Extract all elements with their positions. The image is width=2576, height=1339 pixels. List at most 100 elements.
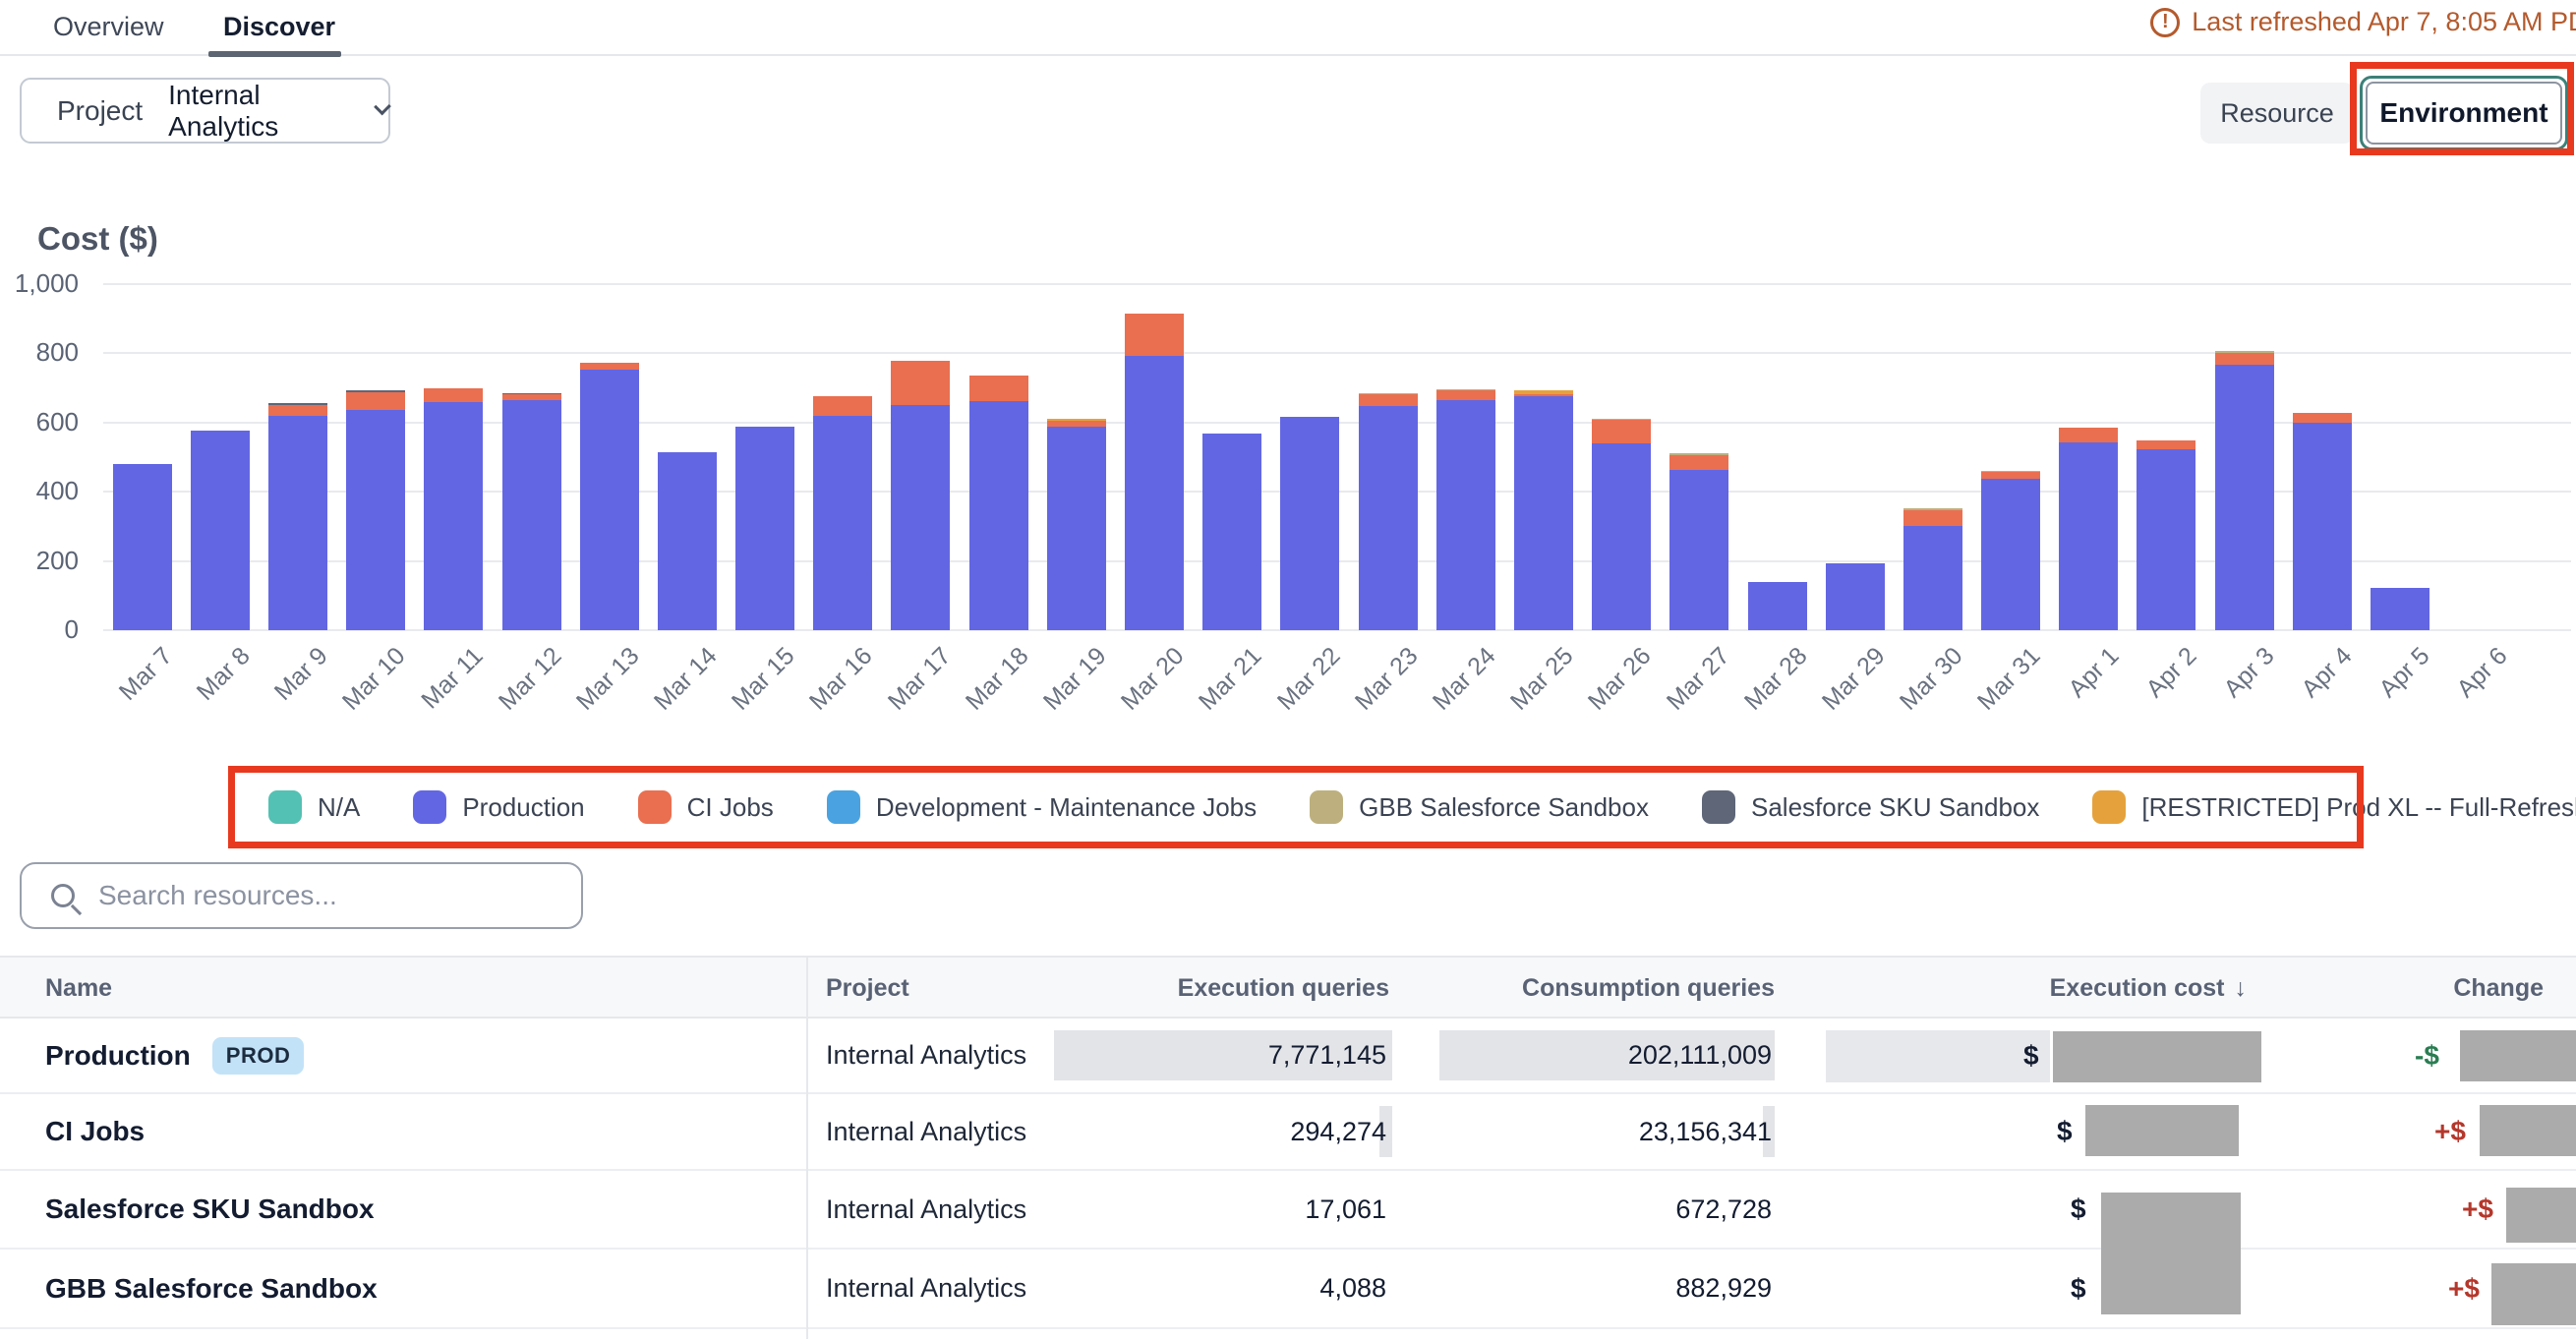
bar-segment[interactable] [2215,353,2274,365]
group-by-resource-button[interactable]: Resource [2200,83,2354,144]
bar-segment[interactable] [1125,356,1184,630]
bar-segment[interactable] [891,361,950,405]
stacked-bar[interactable] [813,396,872,630]
bar-segment[interactable] [502,400,561,630]
stacked-bar[interactable] [191,431,250,630]
resource-name[interactable]: Production [45,1040,191,1072]
stacked-bar[interactable] [1748,582,1807,630]
bar-segment[interactable] [1592,443,1651,630]
bar-segment[interactable] [1748,582,1807,630]
bar-segment[interactable] [1436,390,1495,400]
bar-segment[interactable] [2293,413,2352,423]
stacked-bar[interactable] [1903,508,1962,630]
bar-segment[interactable] [2137,449,2195,630]
bar-segment[interactable] [1826,563,1885,630]
bar-segment[interactable] [191,431,250,630]
stacked-bar[interactable] [969,376,1028,630]
legend-item[interactable]: Production [413,790,584,824]
bar-segment[interactable] [813,416,872,630]
stacked-bar[interactable] [1359,393,1418,630]
resource-name[interactable]: CI Jobs [45,1116,145,1147]
column-header-consumption-queries[interactable]: Consumption queries [1522,958,1775,1019]
group-by-environment-button[interactable]: Environment [2360,76,2568,150]
stacked-bar[interactable] [1981,471,2040,630]
project-filter-dropdown[interactable]: Project Internal Analytics [20,78,390,144]
stacked-bar[interactable] [268,403,327,630]
stacked-bar[interactable] [1436,389,1495,630]
bar-segment[interactable] [268,405,327,416]
stacked-bar[interactable] [2059,428,2118,630]
stacked-bar[interactable] [2371,588,2430,630]
bar-segment[interactable] [1436,400,1495,630]
search-resources-input[interactable]: Search resources... [20,862,583,929]
bar-segment[interactable] [1592,420,1651,443]
stacked-bar[interactable] [424,388,483,630]
bar-segment[interactable] [1981,472,2040,479]
bar-segment[interactable] [1359,406,1418,630]
stacked-bar[interactable] [1669,453,1728,630]
legend-item[interactable]: CI Jobs [638,790,774,824]
stacked-bar[interactable] [891,361,950,630]
bar-segment[interactable] [2137,440,2195,449]
bar-segment[interactable] [969,401,1028,630]
stacked-bar[interactable] [346,390,405,630]
table-row[interactable]: Salesforce SKU Sandbox Internal Analytic… [0,1171,2576,1250]
bar-segment[interactable] [268,416,327,630]
stacked-bar[interactable] [1592,419,1651,630]
column-header-change[interactable]: Change [2453,958,2544,1019]
bar-segment[interactable] [2371,588,2430,630]
bar-segment[interactable] [2215,365,2274,630]
stacked-bar[interactable] [1514,390,1573,630]
resource-name[interactable]: Salesforce SKU Sandbox [45,1193,375,1225]
bar-segment[interactable] [2059,442,2118,630]
bar-segment[interactable] [813,396,872,416]
stacked-bar[interactable] [502,393,561,630]
legend-item[interactable]: N/A [268,790,360,824]
bar-segment[interactable] [1047,427,1106,630]
resource-name[interactable]: GBB Salesforce Sandbox [45,1273,378,1305]
bar-segment[interactable] [424,388,483,403]
bar-segment[interactable] [1669,455,1728,470]
bar-segment[interactable] [1514,396,1573,630]
stacked-bar[interactable] [1125,314,1184,630]
bar-segment[interactable] [2293,423,2352,630]
stacked-bar[interactable] [2293,413,2352,630]
bar-segment[interactable] [346,392,405,410]
bar-segment[interactable] [1202,434,1261,630]
bar-segment[interactable] [2059,428,2118,442]
legend-item[interactable]: Salesforce SKU Sandbox [1702,790,2039,824]
bar-segment[interactable] [658,452,717,630]
bar-segment[interactable] [1669,470,1728,630]
bar-segment[interactable] [580,370,639,630]
bar-segment[interactable] [1359,394,1418,406]
table-row[interactable]: CI Jobs Internal Analytics 294,274 23,15… [0,1094,2576,1171]
bar-segment[interactable] [1125,314,1184,356]
stacked-bar[interactable] [735,427,794,630]
stacked-bar[interactable] [1047,419,1106,630]
bar-segment[interactable] [891,405,950,630]
stacked-bar[interactable] [580,363,639,630]
bar-segment[interactable] [346,410,405,630]
stacked-bar[interactable] [2137,440,2195,630]
table-row[interactable]: Production PROD Internal Analytics 7,771… [0,1019,2576,1094]
stacked-bar[interactable] [113,464,172,630]
column-header-execution-cost[interactable]: Execution cost↓ [2050,958,2247,1019]
legend-item[interactable]: GBB Salesforce Sandbox [1310,790,1649,824]
tab-overview[interactable]: Overview [53,0,164,54]
column-header-name[interactable]: Name [45,958,112,1019]
stacked-bar[interactable] [1280,417,1339,630]
bar-segment[interactable] [1903,510,1962,526]
column-header-execution-queries[interactable]: Execution queries [1178,958,1389,1019]
stacked-bar[interactable] [1826,563,1885,630]
legend-item[interactable]: Development - Maintenance Jobs [827,790,1257,824]
bar-segment[interactable] [969,376,1028,401]
stacked-bar[interactable] [1202,434,1261,630]
column-header-project[interactable]: Project [826,958,909,1019]
legend-item[interactable]: [RESTRICTED] Prod XL -- Full-Refresh job… [2092,790,2576,824]
bar-segment[interactable] [580,363,639,370]
stacked-bar[interactable] [2215,351,2274,630]
bar-segment[interactable] [1280,417,1339,630]
stacked-bar[interactable] [658,452,717,630]
bar-segment[interactable] [113,464,172,630]
bar-segment[interactable] [735,427,794,630]
